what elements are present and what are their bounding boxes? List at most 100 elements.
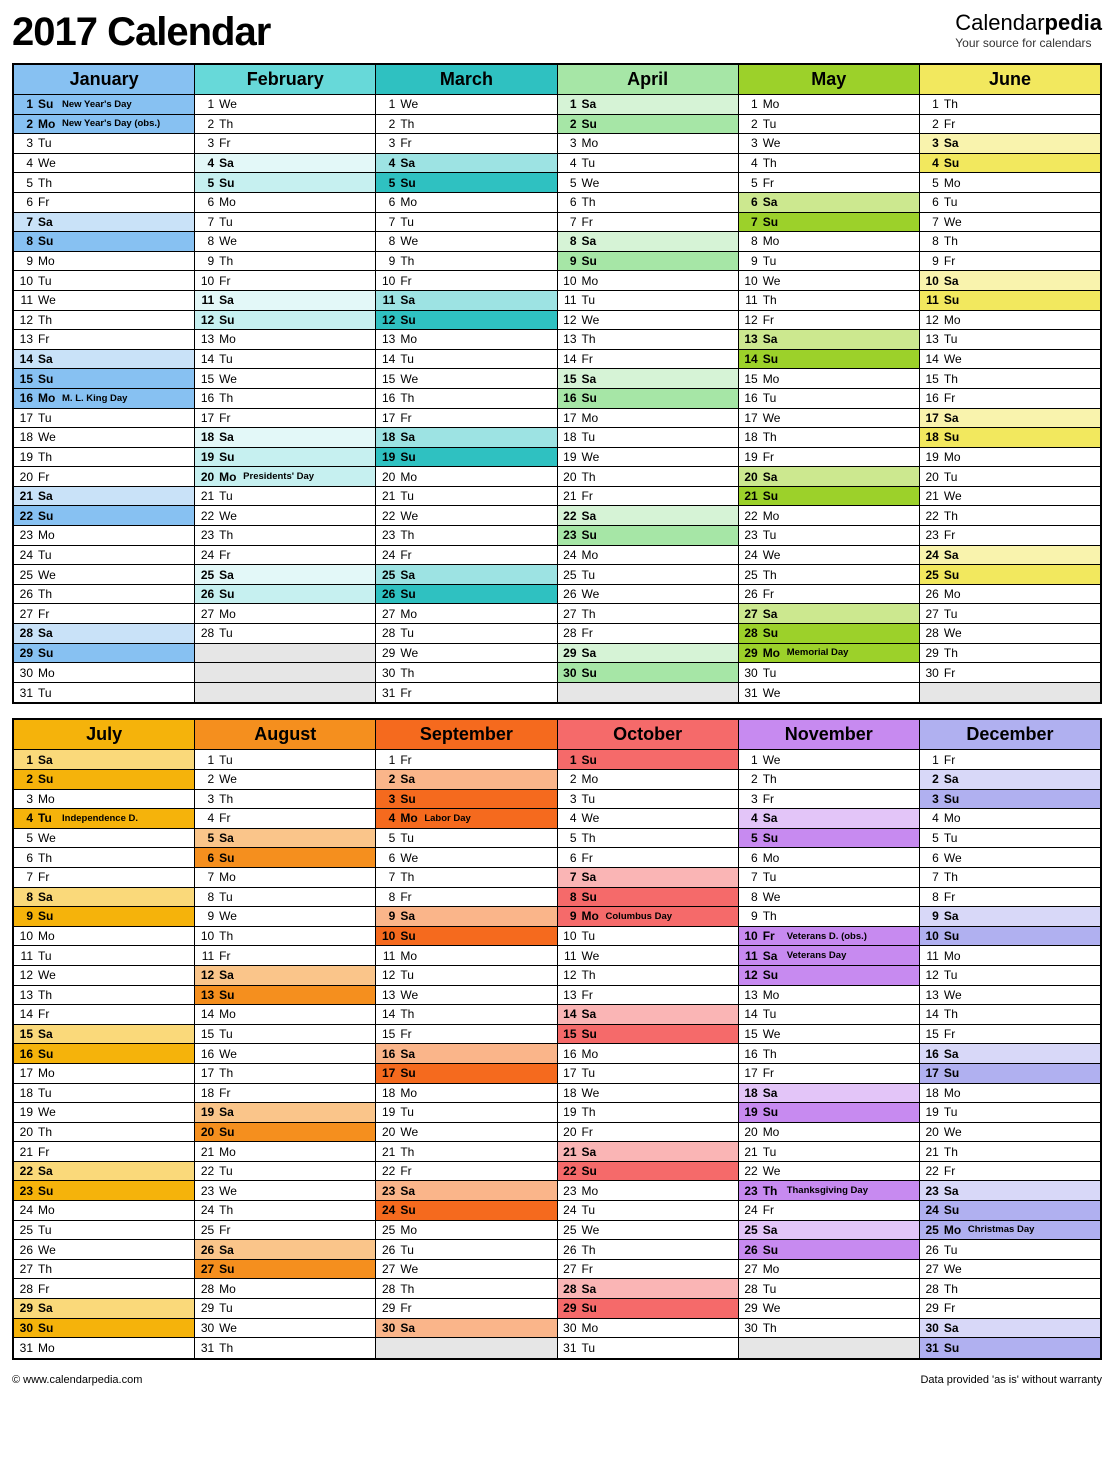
day-number: 24 <box>920 548 942 562</box>
day-cell: 3Fr <box>376 134 556 154</box>
day-number: 11 <box>739 293 761 307</box>
day-cell: 4TuIndependence D. <box>14 809 194 829</box>
day-number: 14 <box>920 352 942 366</box>
brand: Calendarpedia Your source for calendars <box>955 10 1102 50</box>
day-number: 27 <box>195 607 217 621</box>
day-number: 25 <box>195 1223 217 1237</box>
day-number: 20 <box>558 470 580 484</box>
day-number: 13 <box>14 332 36 346</box>
day-cell: 5Tu <box>376 829 556 849</box>
day-number: 2 <box>376 117 398 131</box>
day-cell: 31Mo <box>14 1338 194 1358</box>
day-number: 22 <box>739 509 761 523</box>
day-of-week: Tu <box>217 1164 241 1178</box>
month-header-may: May <box>739 65 920 95</box>
day-of-week: Mo <box>761 97 785 111</box>
day-cell: 12Tu <box>920 966 1100 986</box>
day-number: 11 <box>558 949 580 963</box>
day-of-week: Sa <box>580 1145 604 1159</box>
day-of-week: Fr <box>580 489 604 503</box>
day-of-week: Th <box>398 254 422 268</box>
day-cell: 22Su <box>14 506 194 526</box>
day-number: 23 <box>739 1184 761 1198</box>
day-number: 28 <box>195 1282 217 1296</box>
day-cell: 14Su <box>739 350 919 370</box>
brand-name-part1: Calendar <box>955 10 1044 35</box>
day-number: 19 <box>920 450 942 464</box>
day-number: 16 <box>195 1047 217 1061</box>
day-of-week: Tu <box>942 607 966 621</box>
day-number: 1 <box>739 97 761 111</box>
day-of-week: Mo <box>942 811 966 825</box>
day-cell: 3Su <box>920 790 1100 810</box>
day-of-week: Th <box>580 831 604 845</box>
day-cell: 20Mo <box>376 467 556 487</box>
day-number: 15 <box>558 1027 580 1041</box>
day-number: 26 <box>195 1243 217 1257</box>
day-of-week: Tu <box>36 686 60 700</box>
day-of-week: Th <box>761 909 785 923</box>
day-number: 8 <box>558 890 580 904</box>
day-number: 18 <box>558 1086 580 1100</box>
day-cell: 10Th <box>195 927 375 947</box>
day-cell: 13Mo <box>195 330 375 350</box>
day-of-week: We <box>398 1262 422 1276</box>
day-cell: 11Sa <box>376 291 556 311</box>
day-of-week: Su <box>761 489 785 503</box>
day-number: 6 <box>195 851 217 865</box>
day-cell: 22Su <box>558 1162 738 1182</box>
day-of-week: Sa <box>217 293 241 307</box>
day-number: 28 <box>558 626 580 640</box>
day-of-week: Th <box>942 646 966 660</box>
day-number: 18 <box>14 430 36 444</box>
day-number: 20 <box>920 470 942 484</box>
day-number: 23 <box>14 1184 36 1198</box>
day-of-week: Th <box>761 568 785 582</box>
day-cell: 6Fr <box>558 848 738 868</box>
day-number: 25 <box>376 568 398 582</box>
day-of-week: Sa <box>36 215 60 229</box>
day-of-week: Sa <box>580 1282 604 1296</box>
day-of-week: Mo <box>398 949 422 963</box>
day-number: 29 <box>14 646 36 660</box>
day-number: 4 <box>195 811 217 825</box>
day-of-week: We <box>761 274 785 288</box>
day-of-week: Mo <box>942 450 966 464</box>
day-cell: 21Fr <box>558 487 738 507</box>
day-of-week: Su <box>942 568 966 582</box>
day-of-week: Th <box>580 968 604 982</box>
day-cell: 30Su <box>558 663 738 683</box>
day-number: 31 <box>920 1341 942 1355</box>
day-number: 3 <box>195 792 217 806</box>
day-of-week: Sa <box>942 411 966 425</box>
day-cell: 3Th <box>195 790 375 810</box>
day-cell: 19Tu <box>376 1103 556 1123</box>
day-cell: 7Tu <box>739 868 919 888</box>
day-number: 7 <box>739 870 761 884</box>
day-of-week: Th <box>217 117 241 131</box>
day-of-week: Sa <box>398 909 422 923</box>
day-of-week: Fr <box>942 117 966 131</box>
day-of-week: Sa <box>580 870 604 884</box>
day-of-week: We <box>36 156 60 170</box>
day-of-week: Mo <box>36 929 60 943</box>
day-number: 18 <box>920 1086 942 1100</box>
day-cell: 8Sa <box>558 232 738 252</box>
day-cell <box>195 663 375 683</box>
day-cell: 12Tu <box>376 966 556 986</box>
day-of-week: Su <box>942 1066 966 1080</box>
day-number: 22 <box>558 509 580 523</box>
day-cell: 26We <box>14 1240 194 1260</box>
day-of-week: We <box>761 753 785 767</box>
day-number: 18 <box>376 430 398 444</box>
day-of-week: We <box>942 489 966 503</box>
month-column-may: 1Mo2Tu3We4Th5Fr6Sa7Su8Mo9Tu10We11Th12Fr1… <box>739 95 920 702</box>
day-number: 29 <box>558 646 580 660</box>
day-cell: 17Fr <box>739 1064 919 1084</box>
day-cell: 25Fr <box>195 1221 375 1241</box>
day-cell: 9Th <box>739 907 919 927</box>
day-number: 29 <box>14 1301 36 1315</box>
day-cell: 23ThThanksgiving Day <box>739 1181 919 1201</box>
day-cell <box>739 1338 919 1358</box>
day-number: 26 <box>14 1243 36 1257</box>
